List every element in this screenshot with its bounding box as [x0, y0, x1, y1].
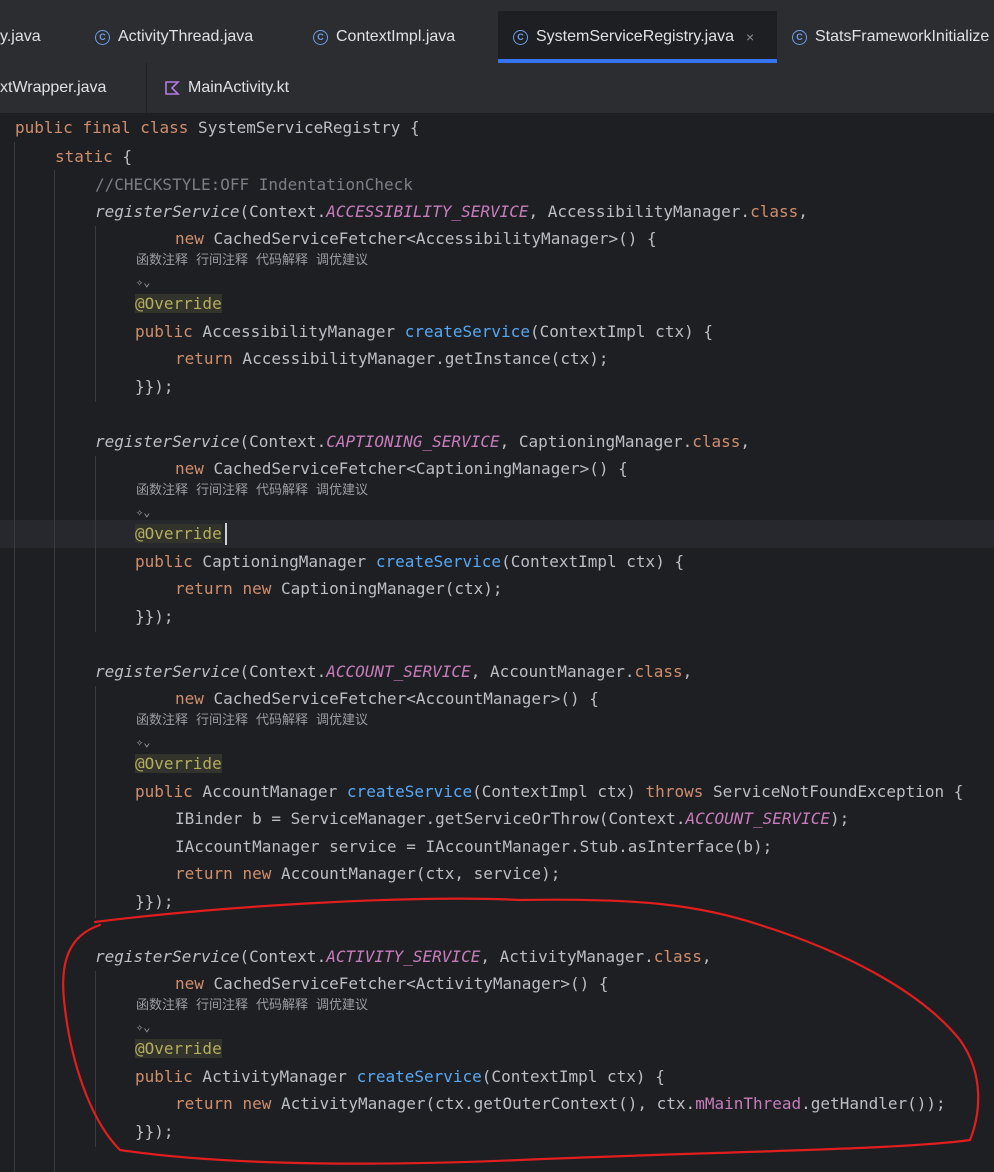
editor-tabs-row-2: xtWrapper.java MainActivity.kt: [0, 63, 994, 114]
code-line[interactable]: static {: [55, 143, 132, 171]
code-line[interactable]: }});: [135, 888, 174, 916]
code-line[interactable]: new CachedServiceFetcher<CaptioningManag…: [175, 455, 628, 483]
code-line[interactable]: new CachedServiceFetcher<AccountManager>…: [175, 685, 599, 713]
hint-function-comment[interactable]: 函数注释: [136, 713, 188, 728]
code-line[interactable]: registerService(Context.ACCOUNT_SERVICE,…: [95, 658, 692, 686]
code-line[interactable]: return new ActivityManager(ctx.getOuterC…: [175, 1090, 946, 1118]
code-line[interactable]: public AccountManager createService(Cont…: [135, 778, 963, 806]
ai-code-hints[interactable]: 函数注释 行间注释 代码解释 调优建议: [136, 251, 376, 271]
tab-divider: [146, 63, 147, 113]
hint-function-comment[interactable]: 函数注释: [136, 253, 188, 268]
hint-inline-comment[interactable]: 行间注释: [196, 713, 248, 728]
title-strip: [0, 0, 994, 11]
tab-statsframeworkinitializer[interactable]: C StatsFrameworkInitialize: [792, 11, 989, 63]
ai-assistant-icon[interactable]: ✧⌄: [136, 502, 150, 522]
code-line[interactable]: IAccountManager service = IAccountManage…: [175, 833, 772, 861]
ai-code-hints[interactable]: 函数注释 行间注释 代码解释 调优建议: [136, 481, 376, 501]
tab-contextwrapper[interactable]: xtWrapper.java: [0, 63, 106, 113]
tab-label: MainActivity.kt: [188, 79, 290, 96]
close-icon[interactable]: ×: [746, 29, 754, 45]
code-line[interactable]: public AccessibilityManager createServic…: [135, 318, 713, 346]
hint-function-comment[interactable]: 函数注释: [136, 998, 188, 1013]
indent-guide: [95, 226, 96, 402]
code-line[interactable]: }});: [135, 603, 174, 631]
java-class-icon: C: [513, 29, 528, 45]
hint-inline-comment[interactable]: 行间注释: [196, 253, 248, 268]
code-line[interactable]: return new CaptioningManager(ctx);: [175, 575, 503, 603]
text-cursor: [225, 523, 227, 545]
hint-tuning-suggest[interactable]: 调优建议: [316, 253, 368, 268]
hint-inline-comment[interactable]: 行间注释: [196, 998, 248, 1013]
code-line[interactable]: public final class SystemServiceRegistry…: [15, 114, 420, 142]
hint-inline-comment[interactable]: 行间注释: [196, 483, 248, 498]
indent-guide: [95, 686, 96, 918]
kotlin-file-icon: [165, 81, 180, 95]
hint-tuning-suggest[interactable]: 调优建议: [316, 998, 368, 1013]
tab-label: StatsFrameworkInitialize: [815, 28, 990, 45]
ai-code-hints[interactable]: 函数注释 行间注释 代码解释 调优建议: [136, 711, 376, 731]
code-line[interactable]: return AccessibilityManager.getInstance(…: [175, 345, 608, 373]
hint-tuning-suggest[interactable]: 调优建议: [316, 713, 368, 728]
hint-function-comment[interactable]: 函数注释: [136, 483, 188, 498]
ai-assistant-icon[interactable]: ✧⌄: [136, 1017, 150, 1037]
java-class-icon: C: [95, 29, 110, 45]
code-line[interactable]: registerService(Context.ACTIVITY_SERVICE…: [95, 943, 712, 971]
ai-assistant-icon[interactable]: ✧⌄: [136, 732, 150, 752]
indent-guide: [54, 170, 55, 1172]
tab-label: ContextImpl.java: [336, 28, 456, 45]
code-line[interactable]: IBinder b = ServiceManager.getServiceOrT…: [175, 805, 849, 833]
code-line[interactable]: public ActivityManager createService(Con…: [135, 1063, 665, 1091]
tab-contextimpl[interactable]: C ContextImpl.java: [313, 11, 455, 63]
hint-tuning-suggest[interactable]: 调优建议: [316, 483, 368, 498]
tab-mainactivity[interactable]: MainActivity.kt: [164, 63, 289, 113]
code-editor[interactable]: public final class SystemServiceRegistry…: [0, 114, 994, 1172]
tab-label: ActivityThread.java: [118, 28, 254, 45]
code-annotation[interactable]: @Override: [135, 520, 222, 548]
hint-code-explain[interactable]: 代码解释: [256, 483, 308, 498]
java-class-icon: C: [313, 29, 328, 45]
editor-tabs-row-1: y.java C ActivityThread.java C ContextIm…: [0, 11, 994, 64]
ai-code-hints[interactable]: 函数注释 行间注释 代码解释 调优建议: [136, 996, 376, 1016]
code-line[interactable]: }});: [135, 1118, 174, 1146]
code-line[interactable]: registerService(Context.CAPTIONING_SERVI…: [95, 428, 750, 456]
code-line[interactable]: }});: [135, 373, 174, 401]
code-annotation[interactable]: @Override: [135, 750, 222, 778]
code-line[interactable]: return new AccountManager(ctx, service);: [175, 860, 560, 888]
tab-partial[interactable]: y.java: [0, 11, 41, 63]
indent-guide: [95, 971, 96, 1147]
code-annotation[interactable]: @Override: [135, 290, 222, 318]
hint-code-explain[interactable]: 代码解释: [256, 253, 308, 268]
indent-guide: [95, 456, 96, 632]
code-annotation[interactable]: @Override: [135, 1035, 222, 1063]
tab-systemserviceregistry[interactable]: C SystemServiceRegistry.java ×: [498, 11, 777, 63]
code-comment[interactable]: //CHECKSTYLE:OFF IndentationCheck: [95, 171, 413, 199]
hint-code-explain[interactable]: 代码解释: [256, 713, 308, 728]
code-line[interactable]: new CachedServiceFetcher<ActivityManager…: [175, 970, 608, 998]
hint-code-explain[interactable]: 代码解释: [256, 998, 308, 1013]
tab-label: xtWrapper.java: [0, 79, 107, 96]
tab-label: SystemServiceRegistry.java: [536, 28, 734, 45]
tab-activitythread[interactable]: C ActivityThread.java: [95, 11, 253, 63]
code-line[interactable]: public CaptioningManager createService(C…: [135, 548, 684, 576]
ai-assistant-icon[interactable]: ✧⌄: [136, 272, 150, 292]
java-class-icon: C: [792, 29, 807, 45]
code-line[interactable]: new CachedServiceFetcher<AccessibilityMa…: [175, 225, 657, 253]
code-line[interactable]: registerService(Context.ACCESSIBILITY_SE…: [95, 198, 808, 226]
indent-guide: [14, 142, 15, 1172]
tab-label: y.java: [0, 28, 41, 45]
